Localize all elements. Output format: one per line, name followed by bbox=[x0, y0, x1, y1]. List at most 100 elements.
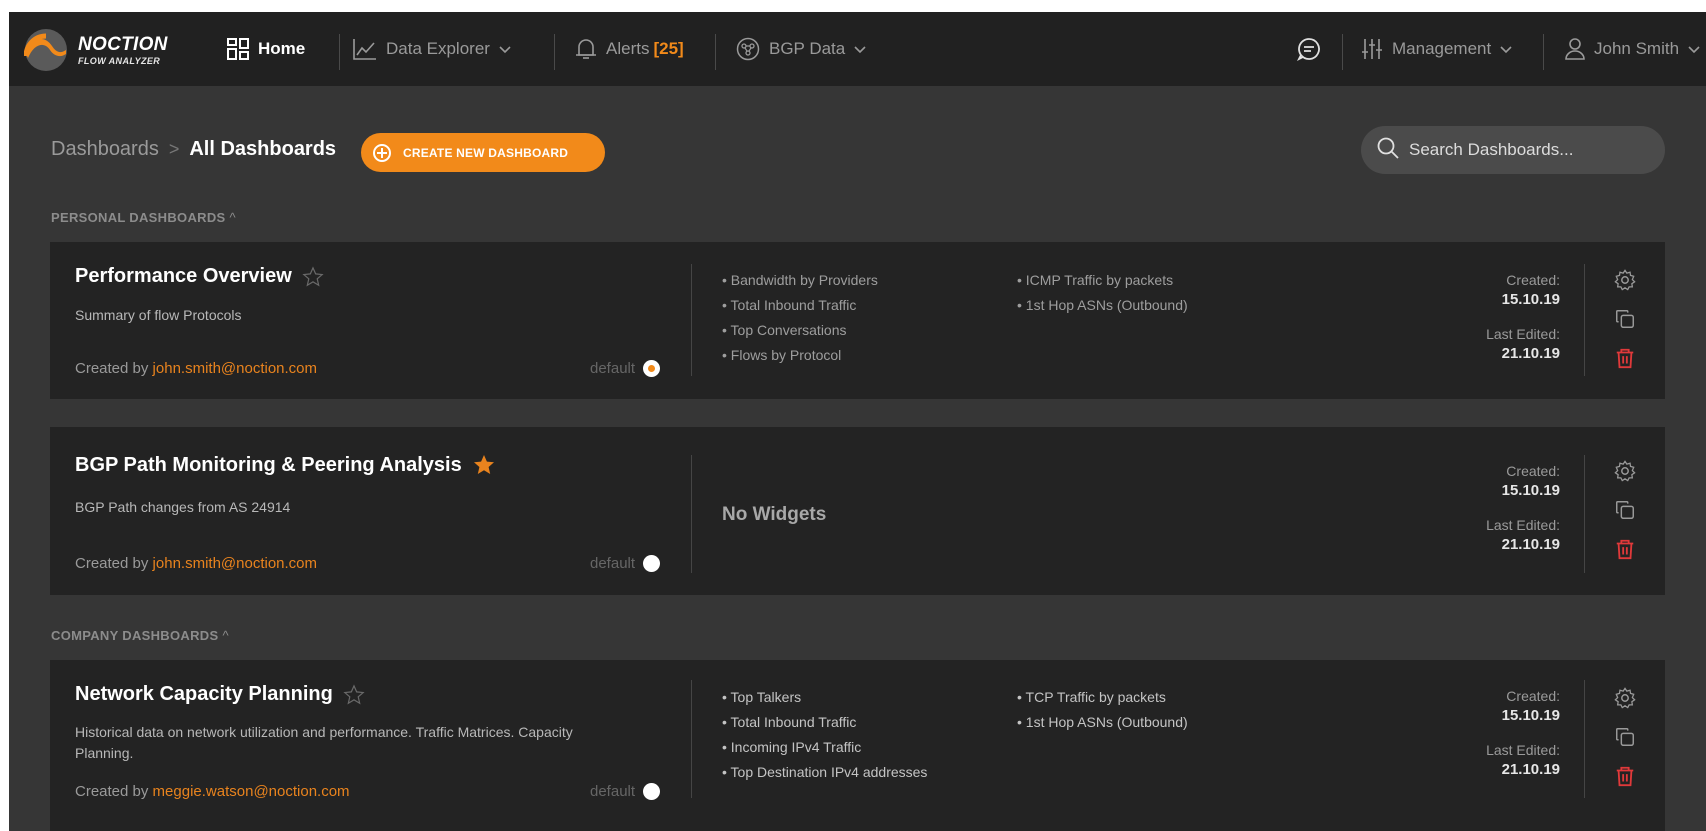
user-icon bbox=[1565, 38, 1585, 60]
widget-item: Total Inbound Traffic bbox=[722, 293, 878, 318]
last-edited-date: 21.10.19 bbox=[1501, 536, 1560, 553]
nav-alerts[interactable]: Alerts [25] bbox=[575, 12, 684, 86]
top-navigation-bar: NOCTION FLOW ANALYZER Home Data Explorer… bbox=[9, 12, 1706, 86]
nav-alerts-label: Alerts [25] bbox=[606, 39, 684, 59]
user-name: John Smith bbox=[1594, 39, 1680, 58]
default-toggle[interactable]: default bbox=[590, 783, 661, 800]
nav-divider bbox=[715, 34, 716, 70]
search-icon bbox=[1377, 137, 1399, 164]
dashboard-title[interactable]: Performance Overview bbox=[75, 265, 292, 288]
star-icon[interactable] bbox=[343, 683, 365, 706]
dashboard-title-row: BGP Path Monitoring & Peering Analysis bbox=[75, 453, 496, 477]
company-dashboards-toggle[interactable]: COMPANY DASHBOARDS ^ bbox=[51, 628, 229, 643]
widget-item: Top Talkers bbox=[722, 685, 927, 710]
last-edited-date: 21.10.19 bbox=[1501, 345, 1560, 362]
nav-management-label: Management bbox=[1392, 39, 1492, 58]
card-divider bbox=[691, 455, 692, 573]
widget-item: Top Destination IPv4 addresses bbox=[722, 760, 928, 785]
dashboard-card[interactable]: Performance Overview Summary of flow Pro… bbox=[50, 242, 1665, 399]
widget-item: Incoming IPv4 Traffic bbox=[722, 735, 927, 760]
search-dashboards[interactable] bbox=[1361, 126, 1665, 174]
dashboard-description: BGP Path changes from AS 24914 bbox=[75, 499, 291, 515]
nav-bgp-data[interactable]: BGP Data bbox=[736, 12, 866, 86]
dashboard-title-row: Performance Overview bbox=[75, 265, 324, 288]
copy-icon[interactable] bbox=[1614, 499, 1636, 521]
dashboard-title[interactable]: BGP Path Monitoring & Peering Analysis bbox=[75, 454, 462, 477]
nav-bgp-data-label: BGP Data bbox=[769, 39, 846, 58]
card-divider bbox=[1584, 680, 1585, 798]
default-radio[interactable] bbox=[643, 783, 661, 800]
trash-icon[interactable] bbox=[1614, 538, 1636, 560]
trash-icon[interactable] bbox=[1614, 765, 1636, 787]
card-divider bbox=[1584, 264, 1585, 376]
chart-line-icon bbox=[353, 38, 377, 60]
last-edited-label: Last Edited: bbox=[1486, 742, 1560, 758]
chevron-down-icon bbox=[1688, 39, 1700, 59]
nav-home[interactable]: Home bbox=[227, 12, 305, 86]
widget-item: ICMP Traffic by packets bbox=[1017, 268, 1188, 293]
dashboard-dates: Created: 15.10.19 Last Edited: 21.10.19 bbox=[1410, 461, 1560, 555]
default-radio[interactable] bbox=[643, 555, 661, 572]
dashboard-card[interactable]: BGP Path Monitoring & Peering Analysis B… bbox=[50, 427, 1665, 595]
app-window: NOCTION FLOW ANALYZER Home Data Explorer… bbox=[9, 12, 1706, 831]
star-icon[interactable] bbox=[472, 453, 496, 477]
bell-icon bbox=[575, 37, 597, 61]
created-date: 15.10.19 bbox=[1501, 291, 1560, 308]
nav-management[interactable]: Management bbox=[1361, 12, 1512, 86]
personal-dashboards-toggle[interactable]: PERSONAL DASHBOARDS ^ bbox=[51, 210, 236, 225]
dashboard-title[interactable]: Network Capacity Planning bbox=[75, 683, 333, 706]
dashboard-owner: Created by john.smith@noction.com bbox=[75, 555, 317, 572]
copy-icon[interactable] bbox=[1614, 726, 1636, 748]
gear-icon[interactable] bbox=[1614, 460, 1636, 482]
dashboard-actions bbox=[1614, 269, 1636, 369]
created-date: 15.10.19 bbox=[1501, 482, 1560, 499]
create-new-dashboard-label: CREATE NEW DASHBOARD bbox=[403, 145, 569, 160]
nav-divider bbox=[339, 34, 340, 70]
section-title: PERSONAL DASHBOARDS bbox=[51, 210, 226, 225]
owner-email[interactable]: john.smith@noction.com bbox=[153, 360, 317, 377]
owner-email[interactable]: meggie.watson@noction.com bbox=[153, 783, 350, 800]
home-grid-icon bbox=[227, 38, 249, 60]
alerts-count-badge: [25] bbox=[653, 39, 684, 58]
dashboard-card[interactable]: Network Capacity Planning Historical dat… bbox=[50, 660, 1665, 831]
widget-item: Flows by Protocol bbox=[722, 343, 878, 368]
breadcrumb-separator: > bbox=[168, 139, 180, 159]
default-radio[interactable] bbox=[643, 360, 661, 377]
default-label: default bbox=[590, 555, 636, 572]
widget-item: Total Inbound Traffic bbox=[722, 710, 927, 735]
search-input[interactable] bbox=[1409, 140, 1639, 160]
card-divider bbox=[1584, 455, 1585, 573]
created-date: 15.10.19 bbox=[1501, 707, 1560, 724]
chevron-up-icon: ^ bbox=[229, 210, 236, 225]
user-menu[interactable]: John Smith bbox=[1565, 12, 1700, 86]
created-by-label: Created by bbox=[75, 783, 149, 800]
widget-item: TCP Traffic by packets bbox=[1017, 685, 1188, 710]
chat-button[interactable] bbox=[1297, 12, 1321, 86]
nav-data-explorer[interactable]: Data Explorer bbox=[353, 12, 511, 86]
dashboard-title-row: Network Capacity Planning bbox=[75, 683, 365, 706]
last-edited-label: Last Edited: bbox=[1486, 326, 1560, 342]
last-edited-date: 21.10.19 bbox=[1501, 761, 1560, 778]
star-icon[interactable] bbox=[302, 265, 324, 288]
gear-icon[interactable] bbox=[1614, 687, 1636, 709]
trash-icon[interactable] bbox=[1614, 347, 1636, 369]
breadcrumb: Dashboards > All Dashboards bbox=[51, 138, 336, 161]
copy-icon[interactable] bbox=[1614, 308, 1636, 330]
default-toggle[interactable]: default bbox=[590, 360, 661, 377]
chat-icon bbox=[1297, 37, 1321, 61]
create-new-dashboard-button[interactable]: CREATE NEW DASHBOARD bbox=[361, 133, 605, 172]
noction-logo[interactable]: NOCTION FLOW ANALYZER bbox=[24, 28, 168, 72]
created-label: Created: bbox=[1506, 688, 1560, 704]
breadcrumb-dashboards-link[interactable]: Dashboards bbox=[51, 138, 159, 161]
gear-icon[interactable] bbox=[1614, 269, 1636, 291]
section-title: COMPANY DASHBOARDS bbox=[51, 628, 219, 643]
nav-divider bbox=[1543, 34, 1544, 70]
default-toggle[interactable]: default bbox=[590, 555, 661, 572]
noction-logo-icon bbox=[24, 29, 67, 71]
default-label: default bbox=[590, 783, 636, 800]
dashboard-dates: Created: 15.10.19 Last Edited: 21.10.19 bbox=[1410, 686, 1560, 780]
widget-list: Top Talkers Total Inbound Traffic Incomi… bbox=[722, 685, 928, 785]
page-title: All Dashboards bbox=[189, 138, 337, 160]
owner-email[interactable]: john.smith@noction.com bbox=[153, 555, 317, 572]
dashboard-description: Summary of flow Protocols bbox=[75, 307, 242, 323]
